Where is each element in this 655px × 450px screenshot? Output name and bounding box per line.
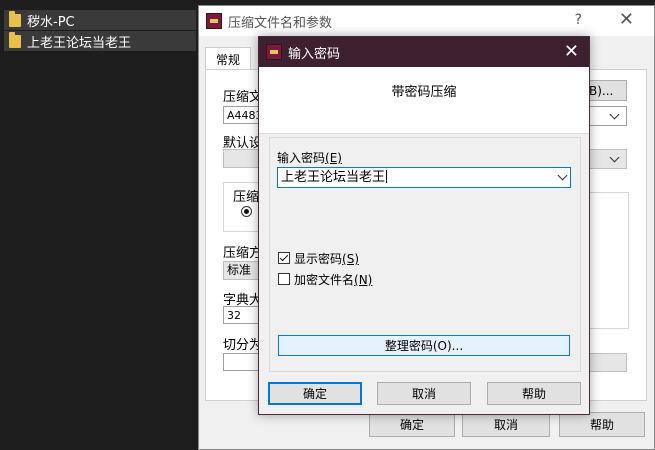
compress-method-combo[interactable]: 标准 [223,261,263,280]
password-dialog-title: 输入密码 [288,46,341,62]
pw-ok-button[interactable]: 确定 [268,382,362,405]
help-button[interactable]: 帮助 [559,412,645,437]
password-input[interactable]: 上老王论坛当老王 [277,167,571,188]
organize-passwords-button[interactable]: 整理密码 (O)... [278,335,570,356]
profile-combo[interactable] [223,149,263,168]
split-label: 切分为 [223,338,263,353]
browse-button[interactable]: B)... [584,80,627,101]
dict-size-input[interactable]: 32 [223,306,263,324]
enter-password-label: 输入密码(E) [277,151,342,165]
chevron-down-icon[interactable] [557,170,568,181]
password-heading: 带密码压缩 [391,85,457,100]
pw-cancel-button[interactable]: 取消 [377,382,471,405]
archive-params-titlebar: 压缩文件名和参数 ? ✕ [199,6,654,36]
archive-name-label: 压缩文 [223,90,263,105]
archive-name-dropdown[interactable] [589,106,627,126]
show-password-checkbox[interactable] [278,252,290,264]
tab-general[interactable]: 常规 [205,47,251,70]
winrar-icon [266,44,282,60]
archive-params-title: 压缩文件名和参数 [228,15,333,31]
close-icon[interactable]: ✕ [619,9,634,30]
encrypt-names-label: 加密文件名(N) [294,273,373,287]
cancel-button[interactable]: 取消 [462,412,550,437]
explorer-pane: 秽水-PC 上老王论坛当老王 [0,0,198,450]
password-header: 带密码压缩 [259,67,589,134]
winrar-icon [206,13,222,29]
password-titlebar: 输入密码 ✕ [259,37,589,67]
show-password-label: 显示密码(S) [294,252,359,266]
help-icon[interactable]: ? [575,12,582,28]
profile-dropdown[interactable] [589,149,627,169]
close-icon[interactable]: ✕ [564,41,579,62]
ok-button[interactable]: 确定 [369,412,455,437]
folder-icon [9,31,21,48]
explorer-item-folder[interactable]: 上老王论坛当老王 [4,31,196,51]
password-dialog: 输入密码 ✕ 带密码压缩 输入密码(E) 上老王论坛当老王 显示密码(S) 加密… [258,36,590,415]
archive-name-input[interactable]: A4483 [223,106,263,124]
split-combo[interactable] [589,353,627,372]
pw-help-button[interactable]: 帮助 [487,382,581,405]
encrypt-names-checkbox[interactable] [278,273,290,285]
explorer-item-label: 秽水-PC [27,14,75,30]
chevron-down-icon [609,152,620,163]
split-input[interactable] [223,353,263,371]
options-group [589,192,629,329]
chevron-down-icon [609,109,620,120]
explorer-item-label: 上老王论坛当老王 [27,35,132,51]
format-radio[interactable] [241,206,252,217]
compress-method-label: 压缩方 [223,246,263,261]
explorer-item-pc[interactable]: 秽水-PC [4,10,196,30]
folder-icon [9,10,21,27]
format-group-label: 压缩 [233,190,260,205]
